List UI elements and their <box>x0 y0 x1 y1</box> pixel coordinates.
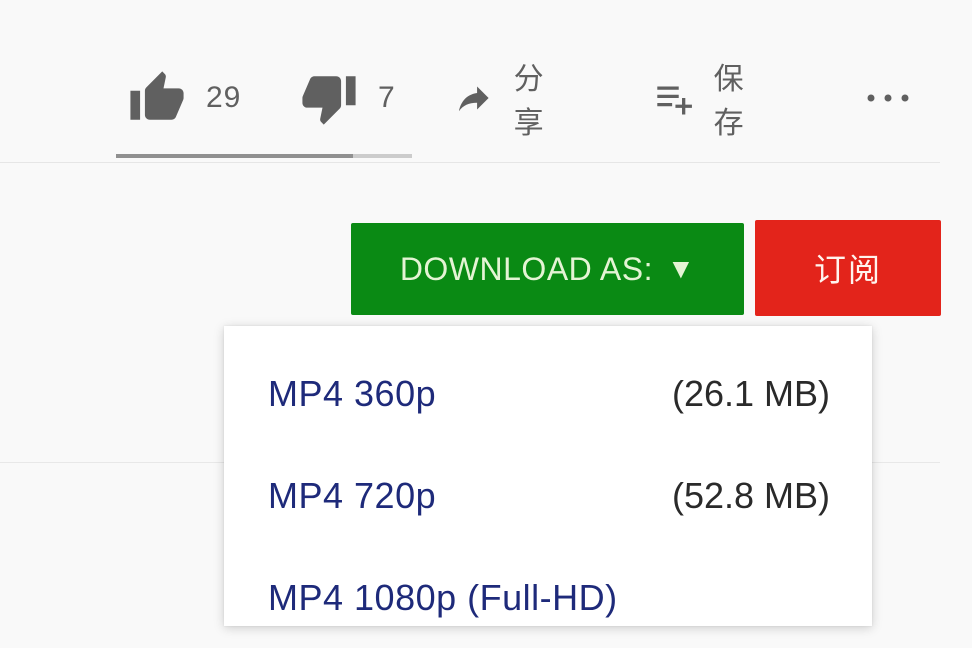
thumbs-down-icon <box>302 76 356 125</box>
subscribe-label: 订阅 <box>813 252 882 288</box>
dislike-count: 7 <box>378 81 396 114</box>
save-label: 保存 <box>713 63 745 140</box>
download-option-360p[interactable]: MP4 360p (26.1 MB) <box>224 344 872 444</box>
like-count: 29 <box>206 81 242 114</box>
option-format: MP4 720p <box>268 475 437 516</box>
like-ratio-fill <box>116 154 353 158</box>
caret-down-icon: ▼ <box>666 253 696 284</box>
playlist-add-icon <box>657 86 692 115</box>
download-option-720p[interactable]: MP4 720p (52.8 MB) <box>224 446 872 546</box>
share-arrow-icon <box>458 86 489 112</box>
option-size: (52.8 MB) <box>671 475 830 516</box>
dislike-button[interactable]: 7 <box>300 62 396 134</box>
thumbs-up-icon <box>130 71 184 120</box>
share-label: 分享 <box>513 63 545 140</box>
share-button[interactable]: 分享 <box>454 62 559 140</box>
download-as-button[interactable]: DOWNLOAD AS: ▼ <box>351 223 744 315</box>
download-option-1080p[interactable]: MP4 1080p (Full-HD) <box>224 548 872 648</box>
more-horiz-icon <box>867 94 909 102</box>
download-options-menu: MP4 360p (26.1 MB) MP4 720p (52.8 MB) MP… <box>224 326 872 626</box>
option-size: (26.1 MB) <box>671 373 830 414</box>
section-divider <box>0 162 940 163</box>
subscribe-button[interactable]: 订阅 <box>755 220 941 316</box>
more-actions-button[interactable] <box>864 62 916 134</box>
save-button[interactable]: 保存 <box>654 62 759 140</box>
option-format: MP4 360p <box>268 373 437 414</box>
like-button[interactable]: 29 <box>128 62 241 134</box>
video-page: 29 7 分享 保存 DOWNLOAD AS: ▼ 订阅 MP4 360p (2… <box>0 0 972 626</box>
option-format: MP4 1080p (Full-HD) <box>268 577 618 618</box>
like-dislike-ratio-bar <box>116 154 412 158</box>
download-as-label: DOWNLOAD AS: <box>399 250 653 287</box>
